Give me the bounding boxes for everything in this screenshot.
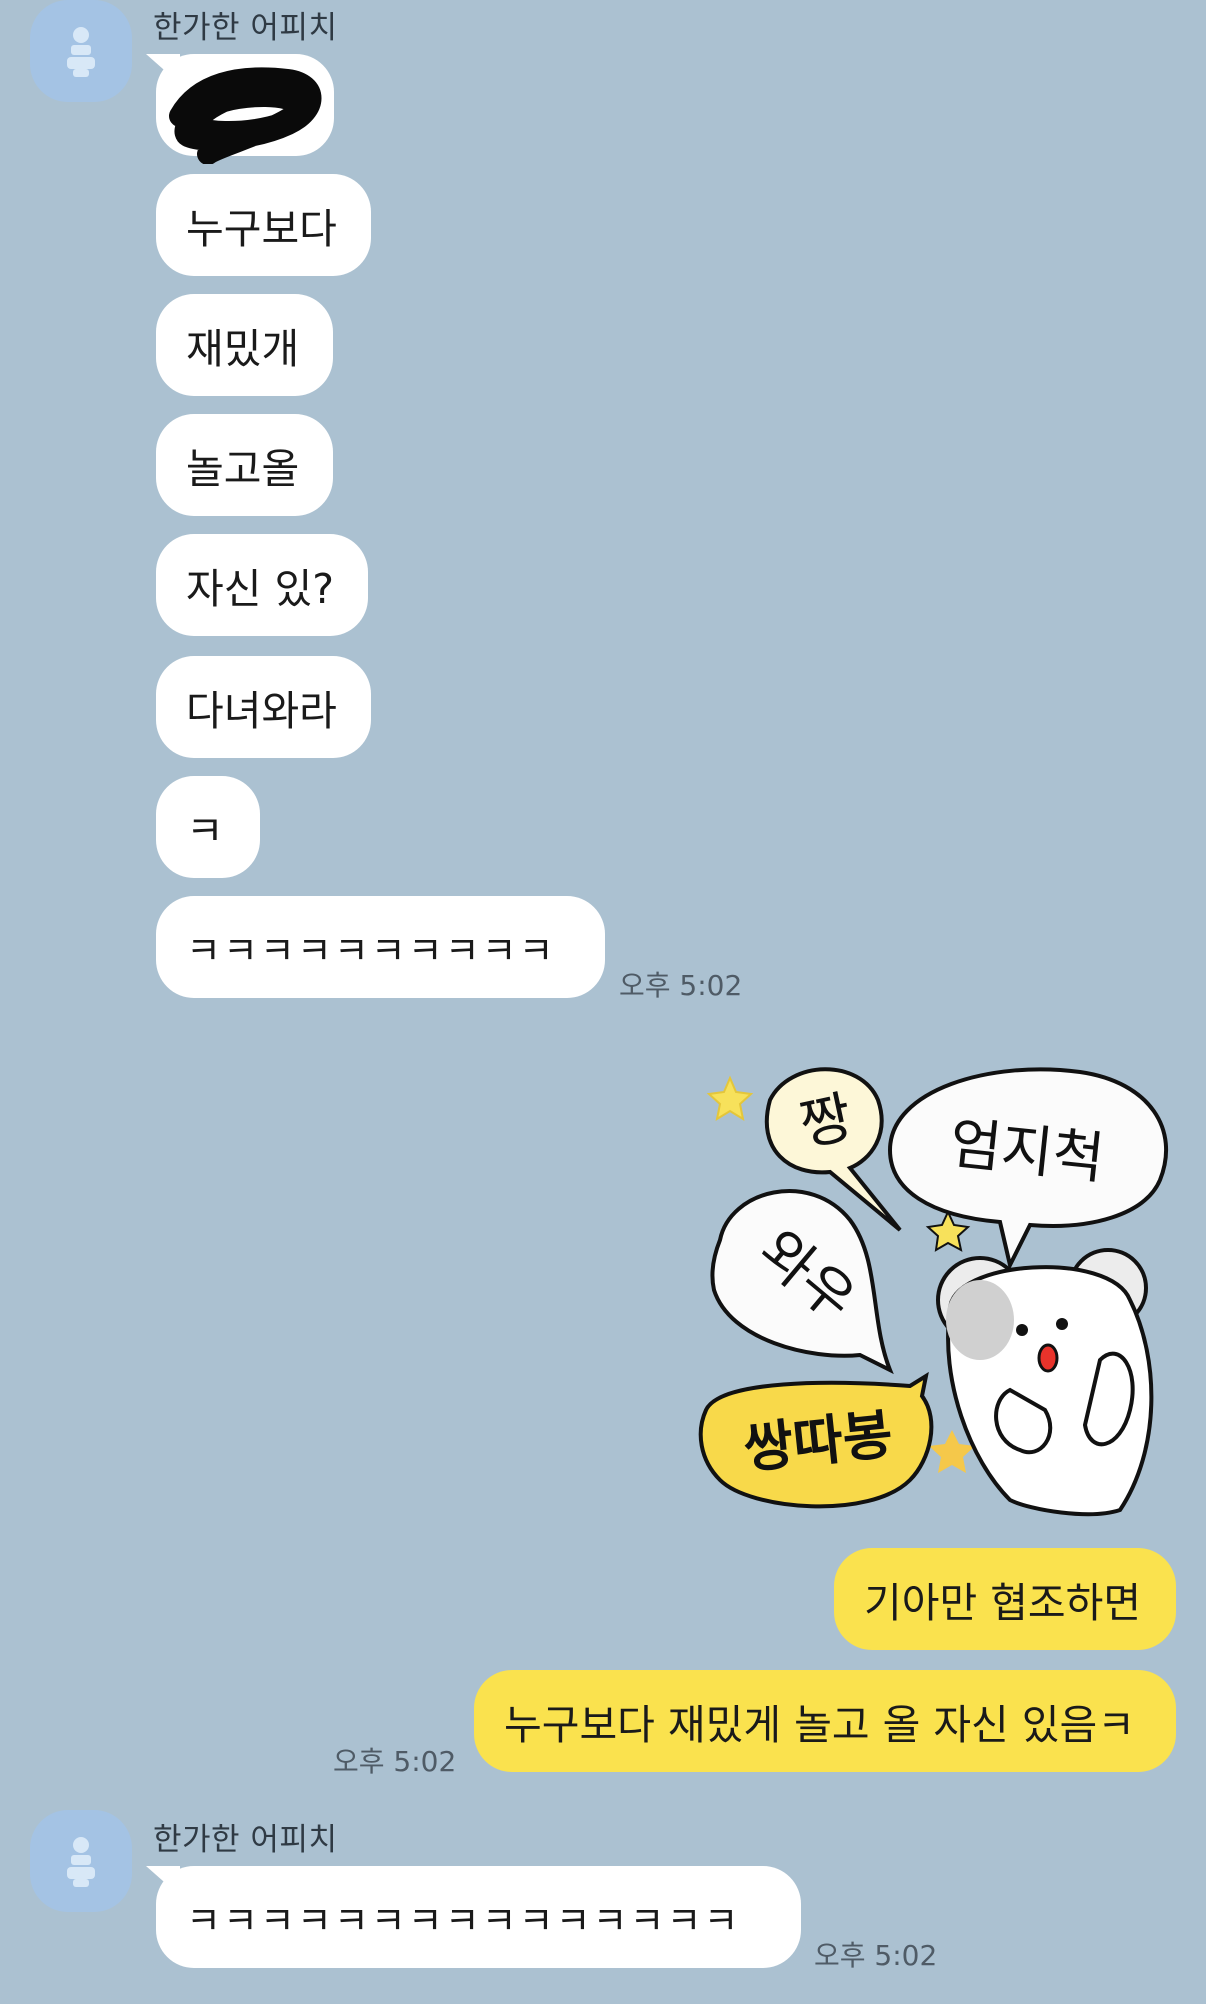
- sticker-character: [936, 1248, 1154, 1517]
- redaction-scribble: [169, 67, 322, 164]
- message-bubble[interactable]: ㅋㅋㅋㅋㅋㅋㅋㅋㅋㅋ: [156, 896, 605, 998]
- sticker-image: 짱 엄지척 와우 쌍따봉: [698, 1067, 1169, 1517]
- message-bubble[interactable]: 누구보다: [156, 174, 371, 276]
- my-message-bubble[interactable]: 기아만 협조하면: [834, 1548, 1176, 1650]
- default-profile-icon: [67, 1837, 95, 1887]
- message-bubble[interactable]: 놀고올: [156, 414, 333, 516]
- message-bubble[interactable]: 재밌개: [156, 294, 333, 396]
- message-bubble-redacted[interactable]: [156, 54, 334, 164]
- sender-name: 한가한 어피치: [153, 1822, 338, 1858]
- default-profile-icon: [67, 27, 95, 77]
- sender-avatar[interactable]: [30, 1810, 132, 1912]
- message-bubble[interactable]: ㅋ: [156, 776, 260, 878]
- message-time: 오후 5:02: [814, 1939, 938, 1972]
- sender-avatar[interactable]: [30, 0, 132, 102]
- message-time: 오후 5:02: [619, 969, 743, 1002]
- sticker[interactable]: 짱 엄지척 와우 쌍따봉: [690, 1040, 1180, 1530]
- message-bubble[interactable]: 다녀와라: [156, 656, 371, 758]
- message-bubble[interactable]: 자신 있?: [156, 534, 368, 636]
- message-time: 오후 5:02: [333, 1745, 457, 1778]
- my-message-bubble[interactable]: 누구보다 재밌게 놀고 올 자신 있음ㅋ: [474, 1670, 1176, 1772]
- sender-name: 한가한 어피치: [153, 10, 338, 46]
- message-bubble[interactable]: ㅋㅋㅋㅋㅋㅋㅋㅋㅋㅋㅋㅋㅋㅋㅋ: [156, 1866, 801, 1968]
